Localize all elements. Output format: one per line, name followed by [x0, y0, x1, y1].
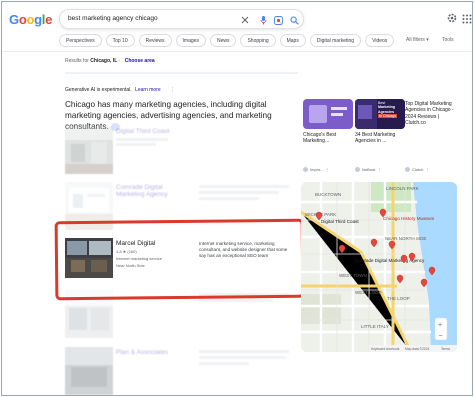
search-query[interactable]: best marketing agency chicago [68, 15, 158, 22]
logo-letter: o [26, 12, 35, 27]
listing-detail-placeholder [116, 143, 156, 146]
more-options-icon[interactable]: ⋮ [170, 87, 175, 93]
mic-icon[interactable] [256, 13, 270, 27]
map-terms-link[interactable]: Terms [441, 347, 450, 351]
logo-letter: G [9, 12, 19, 27]
header-divider [2, 51, 472, 52]
chip-top-10[interactable]: Top 10 [105, 34, 135, 47]
more-options-icon[interactable]: ⋮ [425, 167, 429, 172]
results-for-label: Results for [65, 58, 89, 64]
card-title: Top Digital Marketing Agencies in Chicag… [405, 101, 454, 127]
lens-icon[interactable] [271, 13, 285, 27]
list-item[interactable]: Digital Third Coast [65, 126, 297, 174]
zoom-out-button[interactable]: − [439, 333, 443, 340]
listing-info: Digital Third Coast [116, 128, 184, 146]
more-options-icon[interactable]: ⋮ [326, 167, 330, 172]
map-label: THE LOOP [387, 296, 410, 301]
listing-info: Plan & Associates [116, 349, 184, 356]
map-label: Chicago History Museum [383, 216, 434, 221]
source-card[interactable]: Chicago's Best Marketing... Impro... ⋮ [303, 99, 353, 179]
results-location-value: Chicago, IL [90, 58, 118, 64]
map-keyboard-shortcuts[interactable]: Keyboard shortcuts [371, 347, 400, 351]
separator: · [118, 58, 121, 64]
chip-shopping[interactable]: Shopping [240, 34, 276, 47]
map-panel[interactable]: LINCOLN PARK BUCKTOWN WICKER PARK Digita… [301, 182, 457, 352]
logo-letter: e [45, 12, 53, 27]
tools-button[interactable]: Tools [442, 37, 454, 43]
card-source-name: NoBoot [362, 167, 376, 172]
chip-maps[interactable]: Maps [279, 34, 306, 47]
chip-digital-marketing[interactable]: Digital marketing [309, 34, 362, 47]
listing-name[interactable]: Comrade Digital Marketing Agency [116, 184, 184, 198]
map-label: Digital Third Coast [321, 219, 359, 224]
chip-news[interactable]: News [209, 34, 237, 47]
search-chips: Perspectives Top 10 Reviews Images News … [59, 34, 395, 47]
chip-videos[interactable]: Videos [365, 34, 395, 47]
listing-info: Comrade Digital Marketing Agency [116, 184, 184, 198]
learn-more-link[interactable]: Learn more [135, 87, 161, 93]
all-filters-button[interactable]: All filters ▾ [406, 37, 429, 43]
source-favicon-icon [355, 167, 360, 172]
apps-icon[interactable] [462, 11, 472, 24]
listing-description-placeholder [199, 350, 295, 365]
browser-frame: Google best marketing agency chicago Per… [1, 1, 473, 396]
ai-experimental-label: Generative AI is experimental. [65, 87, 132, 93]
map-label: BUCKTOWN [315, 192, 341, 197]
listing-photo [65, 347, 113, 395]
overlay-line: Marketing [378, 105, 395, 110]
loading-bar [65, 72, 298, 74]
google-logo[interactable]: Google [9, 12, 52, 27]
map-label: LITTLE ITALY [361, 324, 389, 329]
source-card[interactable]: Best Marketing Agencies In Chicago 34 Be… [355, 99, 405, 179]
source-favicon-icon [303, 167, 308, 172]
choose-area-link[interactable]: Choose area [125, 58, 155, 64]
card-source: Clutch ⋮ [405, 167, 429, 172]
listing-name[interactable]: Plan & Associates [116, 349, 184, 356]
overlay-line: In Chicago [378, 113, 398, 119]
card-source-name: Impro... [310, 167, 324, 172]
chip-reviews[interactable]: Reviews [138, 34, 172, 47]
map-attribution: Map data ©2024 [405, 347, 430, 351]
card-title: Chicago's Best Marketing... [303, 132, 337, 145]
ai-overview-header: Generative AI is experimental. Learn mor… [65, 87, 175, 93]
map-label: WEST TOWN [339, 273, 367, 278]
search-icon[interactable] [287, 13, 301, 27]
source-card[interactable]: Top Digital Marketing Agencies in Chicag… [405, 99, 457, 179]
chevron-down-icon: ▾ [426, 37, 429, 43]
listing-detail-placeholder [116, 138, 168, 141]
card-overlay-text: Best Marketing Agencies In Chicago [378, 101, 398, 119]
card-image [303, 99, 353, 129]
source-favicon-icon [405, 167, 410, 172]
map-label: NEAR NORTH SIDE [385, 236, 426, 241]
map-label: Comrade Digital Marketing Agency [355, 258, 425, 263]
map-label: LINCOLN PARK [386, 186, 419, 191]
listing-description-placeholder [199, 185, 295, 200]
chip-images[interactable]: Images [175, 34, 206, 47]
zoom-in-button[interactable]: + [438, 322, 442, 329]
search-box[interactable]: best marketing agency chicago [59, 9, 304, 29]
card-image: Best Marketing Agencies In Chicago [355, 99, 405, 129]
list-item[interactable]: Plan & Associates [65, 347, 297, 395]
card-source-name: Clutch [412, 167, 424, 172]
gear-icon[interactable] [446, 11, 458, 23]
card-title: 34 Best Marketing Agencies in ... [355, 132, 396, 145]
clear-icon[interactable] [238, 13, 252, 27]
map-label: WEST LOOP [355, 290, 382, 295]
card-source: Impro... ⋮ [303, 167, 330, 172]
more-options-icon[interactable]: ⋮ [377, 167, 381, 172]
card-source: NoBoot ⋮ [355, 167, 381, 172]
listing-name[interactable]: Digital Third Coast [116, 128, 184, 135]
chip-perspectives[interactable]: Perspectives [59, 34, 102, 47]
listing-photo [65, 126, 113, 174]
results-location: Results for Chicago, IL · Choose area [65, 58, 155, 64]
highlight-callout-box [54, 218, 305, 301]
all-filters-label: All filters [406, 37, 425, 43]
logo-letter: g [34, 12, 42, 27]
